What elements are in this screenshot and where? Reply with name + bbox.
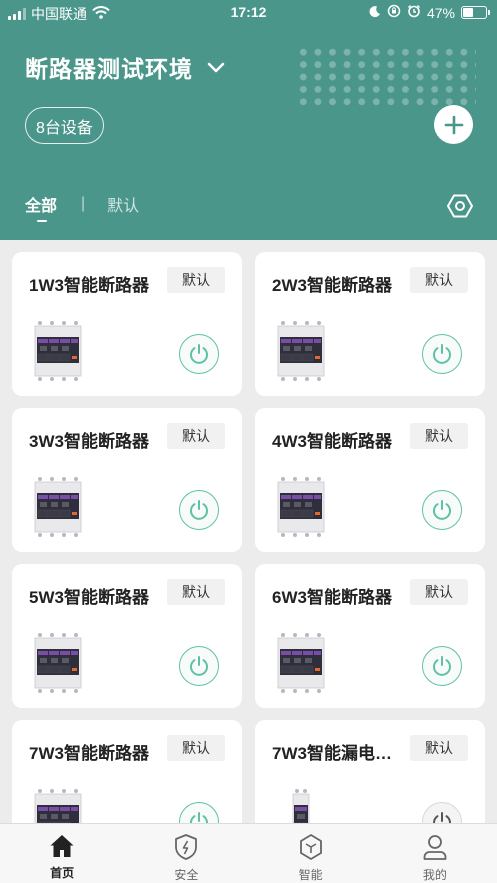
tab-security[interactable]: 安全 (124, 824, 248, 883)
orientation-lock-icon (387, 4, 401, 21)
add-device-button[interactable] (434, 105, 473, 144)
room-tag: 默认 (410, 267, 468, 293)
breaker-image (34, 320, 82, 387)
dot-pattern-decoration (296, 46, 476, 106)
room-settings-button[interactable] (446, 192, 474, 220)
environment-selector[interactable]: 断路器测试环境 (25, 50, 225, 84)
room-tabs: 全部 | 默认 (25, 192, 139, 222)
tab-smart-label: 智能 (298, 868, 323, 882)
power-icon (433, 500, 451, 520)
page-title: 断路器测试环境 (25, 56, 193, 82)
power-toggle-button[interactable] (422, 646, 462, 686)
power-icon (433, 656, 451, 676)
room-tag: 默认 (167, 579, 225, 605)
device-name: 6W3智能断路器 (272, 588, 392, 607)
status-bar: 中国联通 17:12 47% (0, 0, 497, 26)
room-tag: 默认 (410, 579, 468, 605)
tab-mine-label: 我的 (422, 868, 447, 882)
power-toggle-button[interactable] (422, 490, 462, 530)
tab-home-label: 首页 (50, 866, 75, 880)
power-icon (433, 344, 451, 364)
power-toggle-button[interactable] (179, 490, 219, 530)
device-name: 3W3智能断路器 (29, 432, 149, 451)
room-tag: 默认 (410, 423, 468, 449)
device-name: 5W3智能断路器 (29, 588, 149, 607)
user-icon (423, 835, 447, 860)
plus-icon (444, 115, 463, 134)
breaker-image (277, 320, 325, 387)
device-card[interactable]: 6W3智能断路器 默认 (255, 564, 485, 708)
tab-home[interactable]: 首页 (0, 824, 124, 883)
breaker-image (34, 632, 82, 699)
header: 中国联通 17:12 47% 断路器测试环境 8台设备 全部 | 默认 (0, 0, 497, 240)
alarm-icon (407, 4, 421, 21)
battery-icon (461, 6, 490, 19)
device-name: 2W3智能断路器 (272, 276, 392, 295)
device-card[interactable]: 4W3智能断路器 默认 (255, 408, 485, 552)
device-count-badge: 8台设备 (25, 107, 104, 144)
device-name: 7W3智能漏电保护器 (272, 744, 407, 763)
tab-all[interactable]: 全部 (25, 192, 57, 222)
power-toggle-button[interactable] (179, 334, 219, 374)
tab-security-label: 安全 (174, 868, 199, 882)
power-toggle-button[interactable] (179, 646, 219, 686)
tab-smart[interactable]: 智能 (249, 824, 373, 883)
tab-divider: | (81, 195, 86, 212)
device-card[interactable]: 1W3智能断路器 默认 (12, 252, 242, 396)
power-icon (190, 656, 208, 676)
device-name: 1W3智能断路器 (29, 276, 149, 295)
cube-icon (299, 834, 322, 860)
room-tag: 默认 (167, 267, 225, 293)
power-toggle-button[interactable] (422, 334, 462, 374)
shield-icon (175, 834, 198, 860)
device-card[interactable]: 2W3智能断路器 默认 (255, 252, 485, 396)
home-icon (50, 835, 74, 857)
battery-percent: 47% (426, 4, 455, 21)
power-icon (190, 344, 208, 364)
chevron-down-icon (207, 52, 225, 79)
moon-icon (368, 5, 381, 21)
room-tag: 默认 (167, 423, 225, 449)
room-tag: 默认 (410, 735, 468, 761)
device-name: 4W3智能断路器 (272, 432, 392, 451)
tab-mine[interactable]: 我的 (373, 824, 497, 883)
breaker-image (34, 476, 82, 543)
breaker-image (277, 476, 325, 543)
tab-default[interactable]: 默认 (107, 192, 139, 216)
power-icon (190, 500, 208, 520)
device-card[interactable]: 3W3智能断路器 默认 (12, 408, 242, 552)
device-name: 7W3智能断路器 (29, 744, 149, 763)
breaker-image (277, 632, 325, 699)
bottom-tab-bar: 首页 安全 智能 我的 (0, 823, 497, 883)
room-tag: 默认 (167, 735, 225, 761)
device-card[interactable]: 5W3智能断路器 默认 (12, 564, 242, 708)
hexagon-settings-icon (447, 194, 473, 218)
